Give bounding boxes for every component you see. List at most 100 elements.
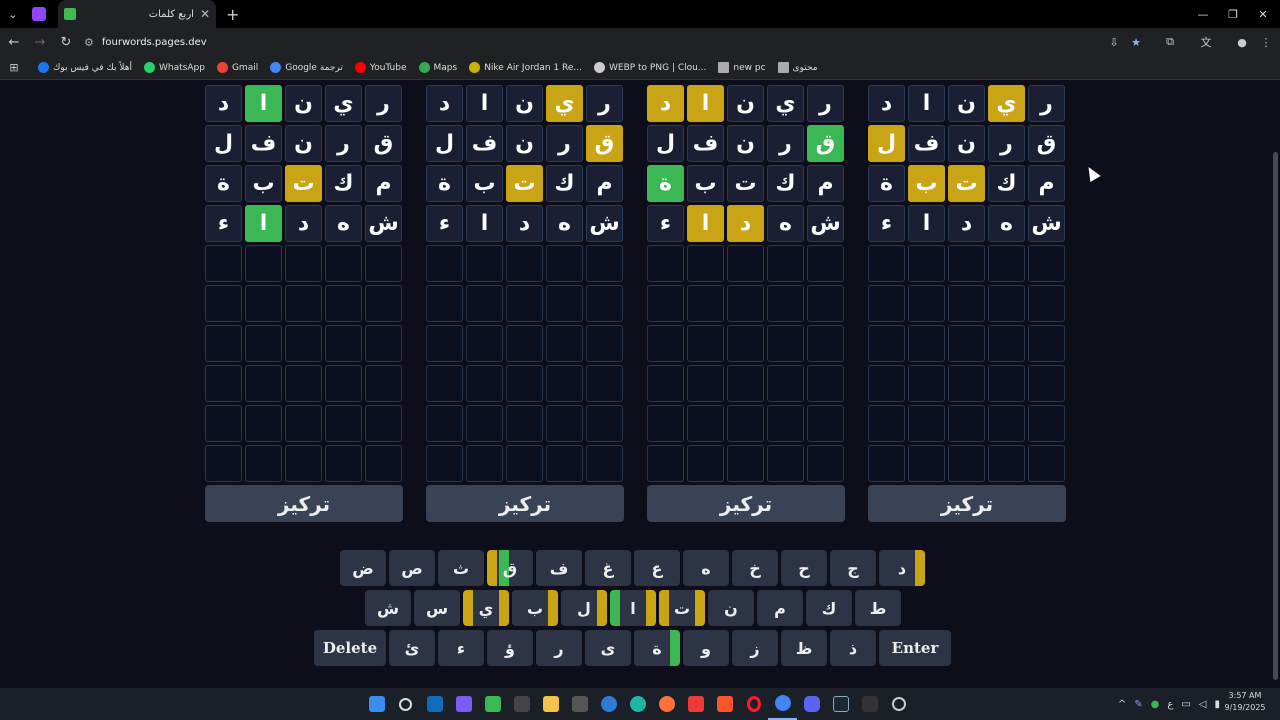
letter-key[interactable]: ا: [610, 590, 656, 626]
back-button[interactable]: ←: [2, 28, 26, 56]
reload-button[interactable]: ↻: [54, 28, 78, 56]
key-label: س: [425, 598, 449, 618]
letter-key[interactable]: ن: [708, 590, 754, 626]
mic-icon[interactable]: ●: [1151, 699, 1160, 710]
letter-key[interactable]: ش: [365, 590, 411, 626]
bookmark-item[interactable]: محتوى: [777, 62, 818, 73]
letter-key[interactable]: ئ: [389, 630, 435, 666]
install-app-icon[interactable]: ⇩: [1103, 28, 1125, 56]
apps-grid-icon[interactable]: ⊞: [0, 61, 28, 74]
extensions-icon[interactable]: ⧉: [1159, 28, 1181, 56]
letter-key[interactable]: ظ: [781, 630, 827, 666]
bookmark-item[interactable]: أهلاً بك في فيس بوك: [38, 62, 132, 73]
letter-key[interactable]: ث: [438, 550, 484, 586]
brave-icon[interactable]: [710, 688, 739, 720]
menu-icon[interactable]: ⋮: [1255, 28, 1277, 56]
file-explorer-icon[interactable]: [536, 688, 565, 720]
copilot-icon[interactable]: [449, 688, 478, 720]
close-tab-icon[interactable]: ✕: [200, 7, 210, 21]
enter-key[interactable]: Enter: [879, 630, 951, 666]
bookmark-favicon-icon: [593, 62, 605, 73]
page-scrollbar[interactable]: [1273, 152, 1278, 680]
network-icon[interactable]: ▭: [1181, 699, 1190, 710]
letter-key[interactable]: غ: [585, 550, 631, 586]
letter-tile: ق: [365, 125, 402, 162]
clock[interactable]: 3:57 AM 9/19/2025: [1220, 690, 1270, 714]
bookmark-star-icon[interactable]: ★: [1125, 28, 1147, 56]
media-icon[interactable]: [565, 688, 594, 720]
firefox-icon[interactable]: [652, 688, 681, 720]
profile-avatar[interactable]: ●: [1231, 28, 1253, 56]
start-button[interactable]: [362, 688, 391, 720]
letter-key[interactable]: ل: [561, 590, 607, 626]
site-info-icon[interactable]: ⚙: [84, 36, 94, 49]
store-icon[interactable]: [507, 688, 536, 720]
snipping-icon[interactable]: [594, 688, 623, 720]
edge-icon[interactable]: [623, 688, 652, 720]
translate-icon[interactable]: 文: [1195, 28, 1217, 56]
letter-key[interactable]: ت: [659, 590, 705, 626]
bookmark-item[interactable]: WhatsApp: [144, 62, 205, 73]
chrome-icon[interactable]: [768, 688, 797, 720]
letter-key[interactable]: س: [414, 590, 460, 626]
letter-key[interactable]: ة: [634, 630, 680, 666]
focus-button[interactable]: تركيز: [205, 485, 403, 522]
letter-key[interactable]: د: [879, 550, 925, 586]
letter-key[interactable]: م: [757, 590, 803, 626]
letter-key[interactable]: ز: [732, 630, 778, 666]
language-indicator[interactable]: ع: [1167, 699, 1173, 710]
letter-key[interactable]: و: [683, 630, 729, 666]
letter-key[interactable]: خ: [732, 550, 778, 586]
new-tab-button[interactable]: +: [226, 5, 239, 24]
bookmark-item[interactable]: new pc: [718, 62, 766, 73]
letter-key[interactable]: ف: [536, 550, 582, 586]
xbox-icon[interactable]: [478, 688, 507, 720]
bookmark-item[interactable]: Google ترجمة: [270, 62, 343, 73]
letter-key[interactable]: ر: [536, 630, 582, 666]
opera-icon[interactable]: [739, 688, 768, 720]
tab-search-icon[interactable]: ⌄: [0, 0, 26, 28]
minimize-button[interactable]: —: [1188, 0, 1218, 28]
active-tab[interactable]: أربع كلمات ✕: [58, 0, 216, 28]
letter-key[interactable]: ح: [781, 550, 827, 586]
pinned-tab-twitch[interactable]: [26, 0, 52, 28]
steam-icon[interactable]: [826, 688, 855, 720]
focus-button[interactable]: تركيز: [426, 485, 624, 522]
bookmark-item[interactable]: Nike Air Jordan 1 Re...: [469, 62, 582, 73]
letter-key[interactable]: ع: [634, 550, 680, 586]
bookmark-item[interactable]: YouTube: [354, 62, 407, 73]
terminal-icon[interactable]: [855, 688, 884, 720]
letter-key[interactable]: ؤ: [487, 630, 533, 666]
letter-key[interactable]: ط: [855, 590, 901, 626]
restore-button[interactable]: ❐: [1218, 0, 1248, 28]
letter-key[interactable]: ص: [389, 550, 435, 586]
settings-icon[interactable]: [884, 688, 913, 720]
tray-chevron-icon[interactable]: ^: [1118, 699, 1126, 710]
focus-button[interactable]: تركيز: [647, 485, 845, 522]
letter-key[interactable]: ى: [585, 630, 631, 666]
bookmark-item[interactable]: Gmail: [216, 62, 258, 73]
letter-key[interactable]: ي: [463, 590, 509, 626]
letter-key[interactable]: ء: [438, 630, 484, 666]
focus-button[interactable]: تركيز: [868, 485, 1066, 522]
address-bar[interactable]: ⚙ fourwords.pages.dev: [84, 31, 1144, 53]
letter-key[interactable]: ه: [683, 550, 729, 586]
letter-tile: ت: [285, 165, 322, 202]
letter-key[interactable]: ك: [806, 590, 852, 626]
delete-key[interactable]: Delete: [314, 630, 386, 666]
letter-key[interactable]: ب: [512, 590, 558, 626]
letter-key[interactable]: ج: [830, 550, 876, 586]
letter-key[interactable]: ض: [340, 550, 386, 586]
outlook-icon[interactable]: [420, 688, 449, 720]
volume-icon[interactable]: ◁: [1199, 699, 1207, 710]
vivaldi-icon[interactable]: [681, 688, 710, 720]
close-window-button[interactable]: ✕: [1248, 0, 1278, 28]
bookmark-item[interactable]: Maps: [418, 62, 457, 73]
pen-icon[interactable]: ✎: [1134, 699, 1142, 710]
discord-icon[interactable]: [797, 688, 826, 720]
forward-button[interactable]: →: [28, 28, 52, 56]
search-icon[interactable]: [391, 688, 420, 720]
letter-key[interactable]: ذ: [830, 630, 876, 666]
letter-key[interactable]: ق: [487, 550, 533, 586]
bookmark-item[interactable]: WEBP to PNG | Clou...: [593, 62, 706, 73]
